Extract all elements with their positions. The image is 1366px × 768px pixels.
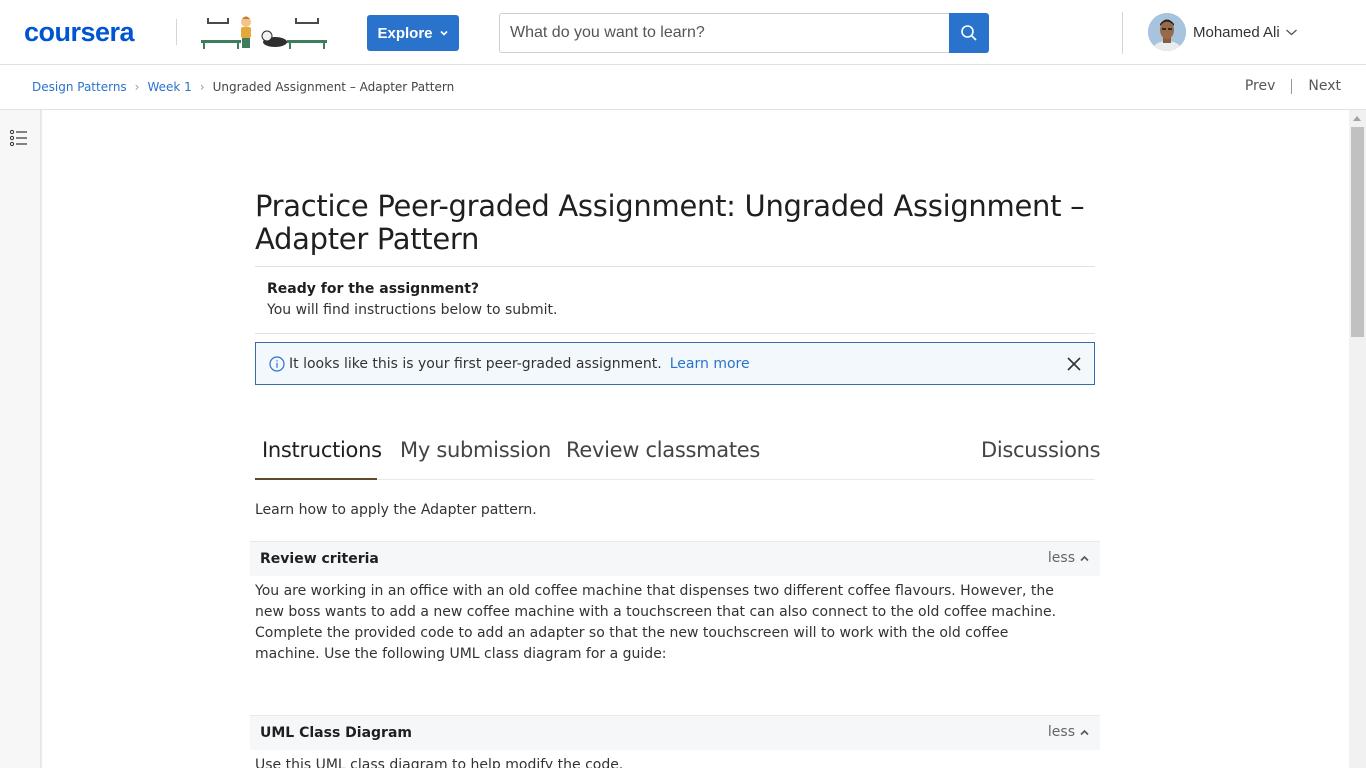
tab-discussions[interactable]: Discussions <box>981 438 1101 462</box>
search-input[interactable] <box>499 13 949 53</box>
scroll-up-icon[interactable] <box>1353 116 1361 121</box>
section-body: You are working in an office with an old… <box>255 583 1057 662</box>
breadcrumb-separator: › <box>134 80 140 94</box>
explore-label: Explore <box>377 24 433 42</box>
search-icon <box>961 25 977 41</box>
collapse-toggle[interactable]: less <box>1048 724 1089 740</box>
breadcrumb-week[interactable]: Week 1 <box>147 80 191 94</box>
course-outline-icon[interactable] <box>9 128 29 148</box>
assignment-tabs: Instructions My submission Review classm… <box>255 430 1101 480</box>
ready-heading: Ready for the assignment? <box>267 281 480 297</box>
left-rail <box>0 110 42 768</box>
item-pager: Prev Next <box>1245 78 1341 94</box>
rail-shadow <box>40 110 43 768</box>
collapse-label: less <box>1047 724 1075 740</box>
ready-text: You will find instructions below to subm… <box>267 302 558 318</box>
tab-review-classmates[interactable]: Review classmates <box>566 438 760 462</box>
info-icon <box>269 355 285 372</box>
divider <box>255 333 1095 334</box>
banner-text: It looks like this is your first peer-gr… <box>289 355 662 372</box>
breadcrumb: Design Patterns › Week 1 › Ungraded Assi… <box>32 80 454 94</box>
breadcrumb-bar: Design Patterns › Week 1 › Ungraded Assi… <box>0 65 1366 110</box>
pager-divider <box>1291 78 1293 94</box>
breadcrumb-course[interactable]: Design Patterns <box>32 80 127 94</box>
chevron-up-icon <box>1080 729 1089 735</box>
chevron-up-icon <box>1080 555 1089 561</box>
tab-instructions[interactable]: Instructions <box>262 438 382 462</box>
scrollbar[interactable] <box>1349 110 1366 768</box>
header-illustration <box>201 16 327 49</box>
user-name[interactable]: Mohamed Ali <box>1193 24 1280 41</box>
section-header-uml-class-diagram: UML Class Diagram less <box>250 715 1100 750</box>
user-divider <box>1122 12 1123 54</box>
top-header: coursera Explore What do you want to lea… <box>0 0 1366 65</box>
collapse-toggle[interactable]: less <box>1048 550 1089 566</box>
chevron-down-icon[interactable] <box>1285 27 1298 37</box>
search-button[interactable] <box>949 13 989 53</box>
next-button[interactable]: Next <box>1308 78 1341 94</box>
header-divider <box>176 19 177 45</box>
section-heading: UML Class Diagram <box>260 725 412 741</box>
collapse-label: less <box>1047 550 1075 566</box>
scrollbar-thumb[interactable] <box>1351 127 1364 337</box>
learn-more-link[interactable]: Learn more <box>670 356 750 372</box>
close-icon[interactable] <box>1066 356 1082 372</box>
explore-button[interactable]: Explore <box>367 15 459 51</box>
section-heading: Review criteria <box>260 551 379 567</box>
tab-my-submission[interactable]: My submission <box>400 438 551 462</box>
active-tab-indicator <box>255 478 377 480</box>
breadcrumb-current: Ungraded Assignment – Adapter Pattern <box>212 80 455 94</box>
avatar[interactable] <box>1148 13 1186 51</box>
divider <box>255 266 1095 267</box>
section-body: Use this UML class diagram to help modif… <box>255 757 624 768</box>
coursera-logo[interactable]: coursera <box>24 18 135 46</box>
page-title: Practice Peer-graded Assignment: Ungrade… <box>255 189 1085 256</box>
prev-button[interactable]: Prev <box>1245 78 1276 94</box>
chevron-down-icon <box>439 30 448 36</box>
intro-text: Learn how to apply the Adapter pattern. <box>255 502 537 518</box>
info-banner: It looks like this is your first peer-gr… <box>255 342 1095 385</box>
section-header-review-criteria: Review criteria less <box>250 541 1100 576</box>
user-photo <box>1148 13 1186 51</box>
breadcrumb-separator: › <box>199 80 205 94</box>
